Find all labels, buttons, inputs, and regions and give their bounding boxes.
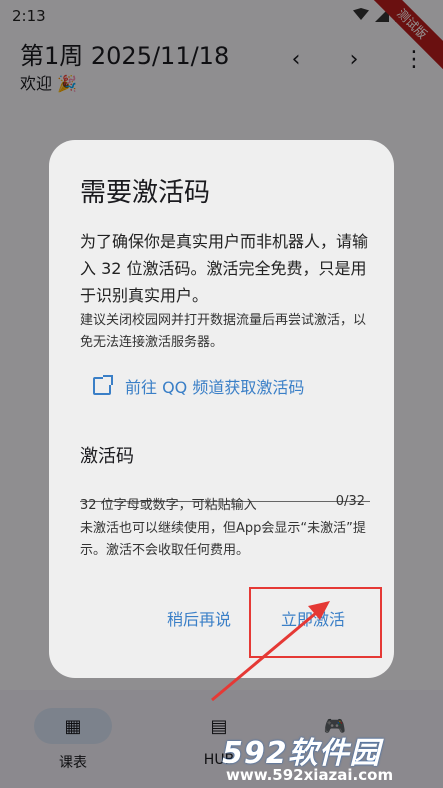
dialog-title: 需要激活码 — [80, 178, 211, 208]
later-button[interactable]: 稍后再说 — [167, 606, 231, 630]
dialog-warning-text: 未激活也可以继续使用，但App会显示“未激活”提示。激活不会收取任何费用。 — [80, 521, 366, 558]
open-in-new-icon — [93, 375, 113, 395]
qq-link-label: 前往 QQ 频道获取激活码 — [125, 378, 305, 397]
qq-channel-link[interactable]: 前往 QQ 频道获取激活码 — [93, 374, 304, 398]
activation-code-hint: 32 位字母或数字，可粘贴输入 — [80, 498, 257, 513]
character-counter: 0/32 — [335, 494, 365, 509]
watermark: 592软件园 www.592xiazai.com — [222, 728, 438, 784]
dialog-network-note: 建议关闭校园网并打开数据流量后再尝试激活，以免无法连接激活服务器。 — [80, 313, 367, 350]
annotation-highlight-box — [249, 587, 382, 658]
dialog-body-text: 为了确保你是真实用户而非机器人，请输入 32 位激活码。激活完全免费，只是用于识… — [80, 232, 369, 305]
watermark-url: www.592xiazai.com — [226, 766, 394, 784]
activation-code-label: 激活码 — [80, 446, 134, 467]
